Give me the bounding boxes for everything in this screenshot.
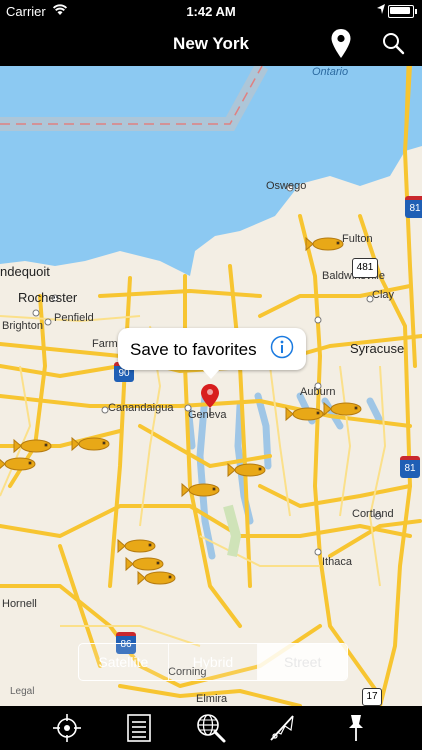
page-title: New York xyxy=(173,34,249,53)
route-shield-81: 81 xyxy=(405,196,422,218)
map-label: ndequoit xyxy=(0,264,50,279)
fish-marker xyxy=(305,236,344,252)
fish-marker xyxy=(181,482,220,498)
map-label: Canandaigua xyxy=(108,402,174,414)
map-label: Brighton xyxy=(2,320,43,332)
map-label: Penfield xyxy=(54,312,94,324)
map-label: Ontario xyxy=(312,66,349,78)
route-shield-81b: 81 xyxy=(400,456,420,478)
map-type-hybrid[interactable]: Hybrid xyxy=(168,644,259,680)
fish-marker xyxy=(0,457,36,471)
map-pin-icon[interactable] xyxy=(330,28,352,60)
pin-tool-icon[interactable] xyxy=(339,712,371,744)
map-type-street[interactable]: Street xyxy=(258,644,347,680)
battery-icon xyxy=(388,5,417,18)
fishing-rod-icon[interactable] xyxy=(267,712,299,744)
map-label: Hornell xyxy=(2,598,37,610)
map-label: Syracuse xyxy=(350,341,405,356)
fish-marker xyxy=(227,462,266,478)
route-shield-481: 481 xyxy=(352,258,378,278)
map-label: Geneva xyxy=(188,409,227,421)
status-bar: Carrier 1:42 AM xyxy=(0,0,422,22)
map-type-selector: Satellite Hybrid Street xyxy=(78,643,348,681)
globe-search-icon[interactable] xyxy=(195,712,227,744)
map-label: Oswego xyxy=(266,180,307,192)
clock: 1:42 AM xyxy=(186,4,236,19)
fish-marker xyxy=(137,570,176,586)
map-type-satellite[interactable]: Satellite xyxy=(79,644,169,680)
map-label: Farmi xyxy=(92,338,121,350)
map-label: Fulton xyxy=(342,233,373,245)
list-icon[interactable] xyxy=(123,712,155,744)
map-label: Elmira xyxy=(196,693,228,705)
map-label: Clay xyxy=(372,289,395,301)
route-shield-17: 17 xyxy=(362,688,382,706)
navigation-bar: New York xyxy=(0,22,422,66)
map-label: Cortland xyxy=(352,508,394,520)
map-base xyxy=(0,66,422,706)
location-arrow-icon xyxy=(377,4,385,14)
map-label: Rochester xyxy=(18,290,78,305)
legal-link[interactable]: Legal xyxy=(10,686,34,697)
save-favorites-callout[interactable]: Save to favorites xyxy=(118,328,306,379)
map-label: Ithaca xyxy=(322,556,352,568)
locate-icon[interactable] xyxy=(51,712,83,744)
search-icon[interactable] xyxy=(380,30,406,56)
info-icon[interactable] xyxy=(270,335,294,359)
fish-marker xyxy=(117,538,156,554)
callout-label: Save to favorites xyxy=(130,340,257,359)
tab-bar xyxy=(0,706,422,750)
map-view[interactable]: Ontario Oswego Fulton ndequoit Rochester… xyxy=(0,66,422,706)
map-label: Auburn xyxy=(300,386,336,398)
fish-marker xyxy=(125,556,164,572)
